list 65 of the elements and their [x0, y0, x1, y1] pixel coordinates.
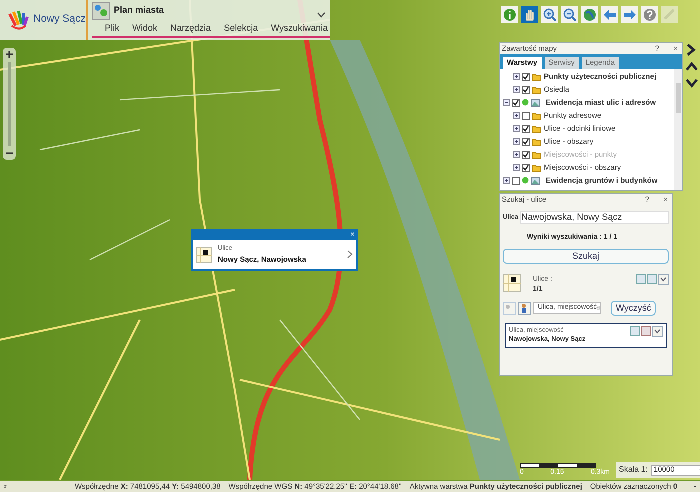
- chevron-up-icon[interactable]: [686, 62, 698, 72]
- menu-item[interactable]: Narzędzia: [170, 22, 212, 36]
- expand-icon[interactable]: [513, 151, 520, 158]
- scale-label: Skala 1:: [619, 464, 648, 476]
- zoom-in-icon: [542, 6, 558, 22]
- checkbox[interactable]: [512, 176, 520, 184]
- checkbox[interactable]: [522, 164, 530, 172]
- menu-item[interactable]: Wyszukiwania: [271, 22, 328, 36]
- remove-button[interactable]: [641, 326, 651, 336]
- dot-icon: [522, 99, 529, 106]
- map-button[interactable]: [630, 326, 640, 336]
- expand-icon[interactable]: [513, 125, 520, 132]
- zoom-slider-track[interactable]: [8, 62, 11, 146]
- checkbox[interactable]: [512, 98, 520, 106]
- checkbox[interactable]: [522, 138, 530, 146]
- toolbar-button[interactable]: [601, 6, 618, 23]
- scale-bar-icon: [520, 463, 596, 468]
- help-icon: [642, 6, 658, 22]
- menu-item[interactable]: Plik: [105, 22, 120, 36]
- zoom-in-icon[interactable]: [5, 50, 14, 59]
- toolbar-button[interactable]: [521, 6, 538, 23]
- expand-icon[interactable]: [513, 86, 520, 93]
- zoom-out-icon: [562, 6, 578, 22]
- dropdown-icon[interactable]: [658, 274, 669, 284]
- close-button[interactable]: ×: [350, 229, 355, 240]
- app-title: Plan miasta: [114, 4, 164, 18]
- image-icon: [531, 98, 540, 106]
- expand-window-icon[interactable]: [4, 482, 7, 491]
- expand-icon[interactable]: [513, 164, 520, 171]
- globe-icon: [582, 6, 598, 22]
- toolbar-button[interactable]: [641, 6, 658, 23]
- menu-item[interactable]: Widok: [132, 22, 158, 36]
- street-map-icon: [503, 274, 521, 292]
- expand-icon[interactable]: [503, 177, 510, 184]
- toolbar-button[interactable]: [561, 6, 578, 23]
- menu-item[interactable]: Selekcja: [224, 22, 258, 36]
- checkbox[interactable]: [522, 86, 530, 94]
- logo-text: Nowy Sącz: [33, 12, 86, 28]
- chevron-right-icon[interactable]: [686, 44, 696, 56]
- checkbox[interactable]: [522, 124, 530, 132]
- street-field[interactable]: Nawojowska, Nowy Sącz: [520, 211, 669, 224]
- dropdown-icon[interactable]: [652, 326, 663, 336]
- chevron-down-icon[interactable]: [686, 78, 698, 88]
- image-icon: [531, 176, 540, 184]
- scrollbar-thumb[interactable]: [676, 83, 680, 113]
- chevron-down-icon[interactable]: [317, 12, 326, 18]
- expand-icon[interactable]: [513, 112, 520, 119]
- checkbox[interactable]: [522, 112, 530, 120]
- link-icon: [662, 6, 678, 22]
- expand-icon[interactable]: [513, 73, 520, 80]
- toolbar-button[interactable]: [501, 6, 518, 23]
- dot-icon: [522, 177, 529, 184]
- expand-icon[interactable]: [513, 138, 520, 145]
- clear-button[interactable]: Wyczyść: [611, 300, 656, 316]
- checkbox[interactable]: [522, 72, 530, 80]
- street-map-icon: [196, 246, 212, 262]
- chevron-right-icon[interactable]: [347, 250, 353, 259]
- search-button[interactable]: Szukaj: [503, 248, 669, 264]
- hand-logo-icon: [6, 8, 30, 32]
- toolbar-button[interactable]: [621, 6, 638, 23]
- toolbar-button[interactable]: [581, 6, 598, 23]
- toolbar-button[interactable]: [541, 6, 558, 23]
- info-icon: [502, 6, 518, 22]
- collapse-icon[interactable]: [503, 99, 510, 106]
- scrollbar[interactable]: [674, 69, 682, 190]
